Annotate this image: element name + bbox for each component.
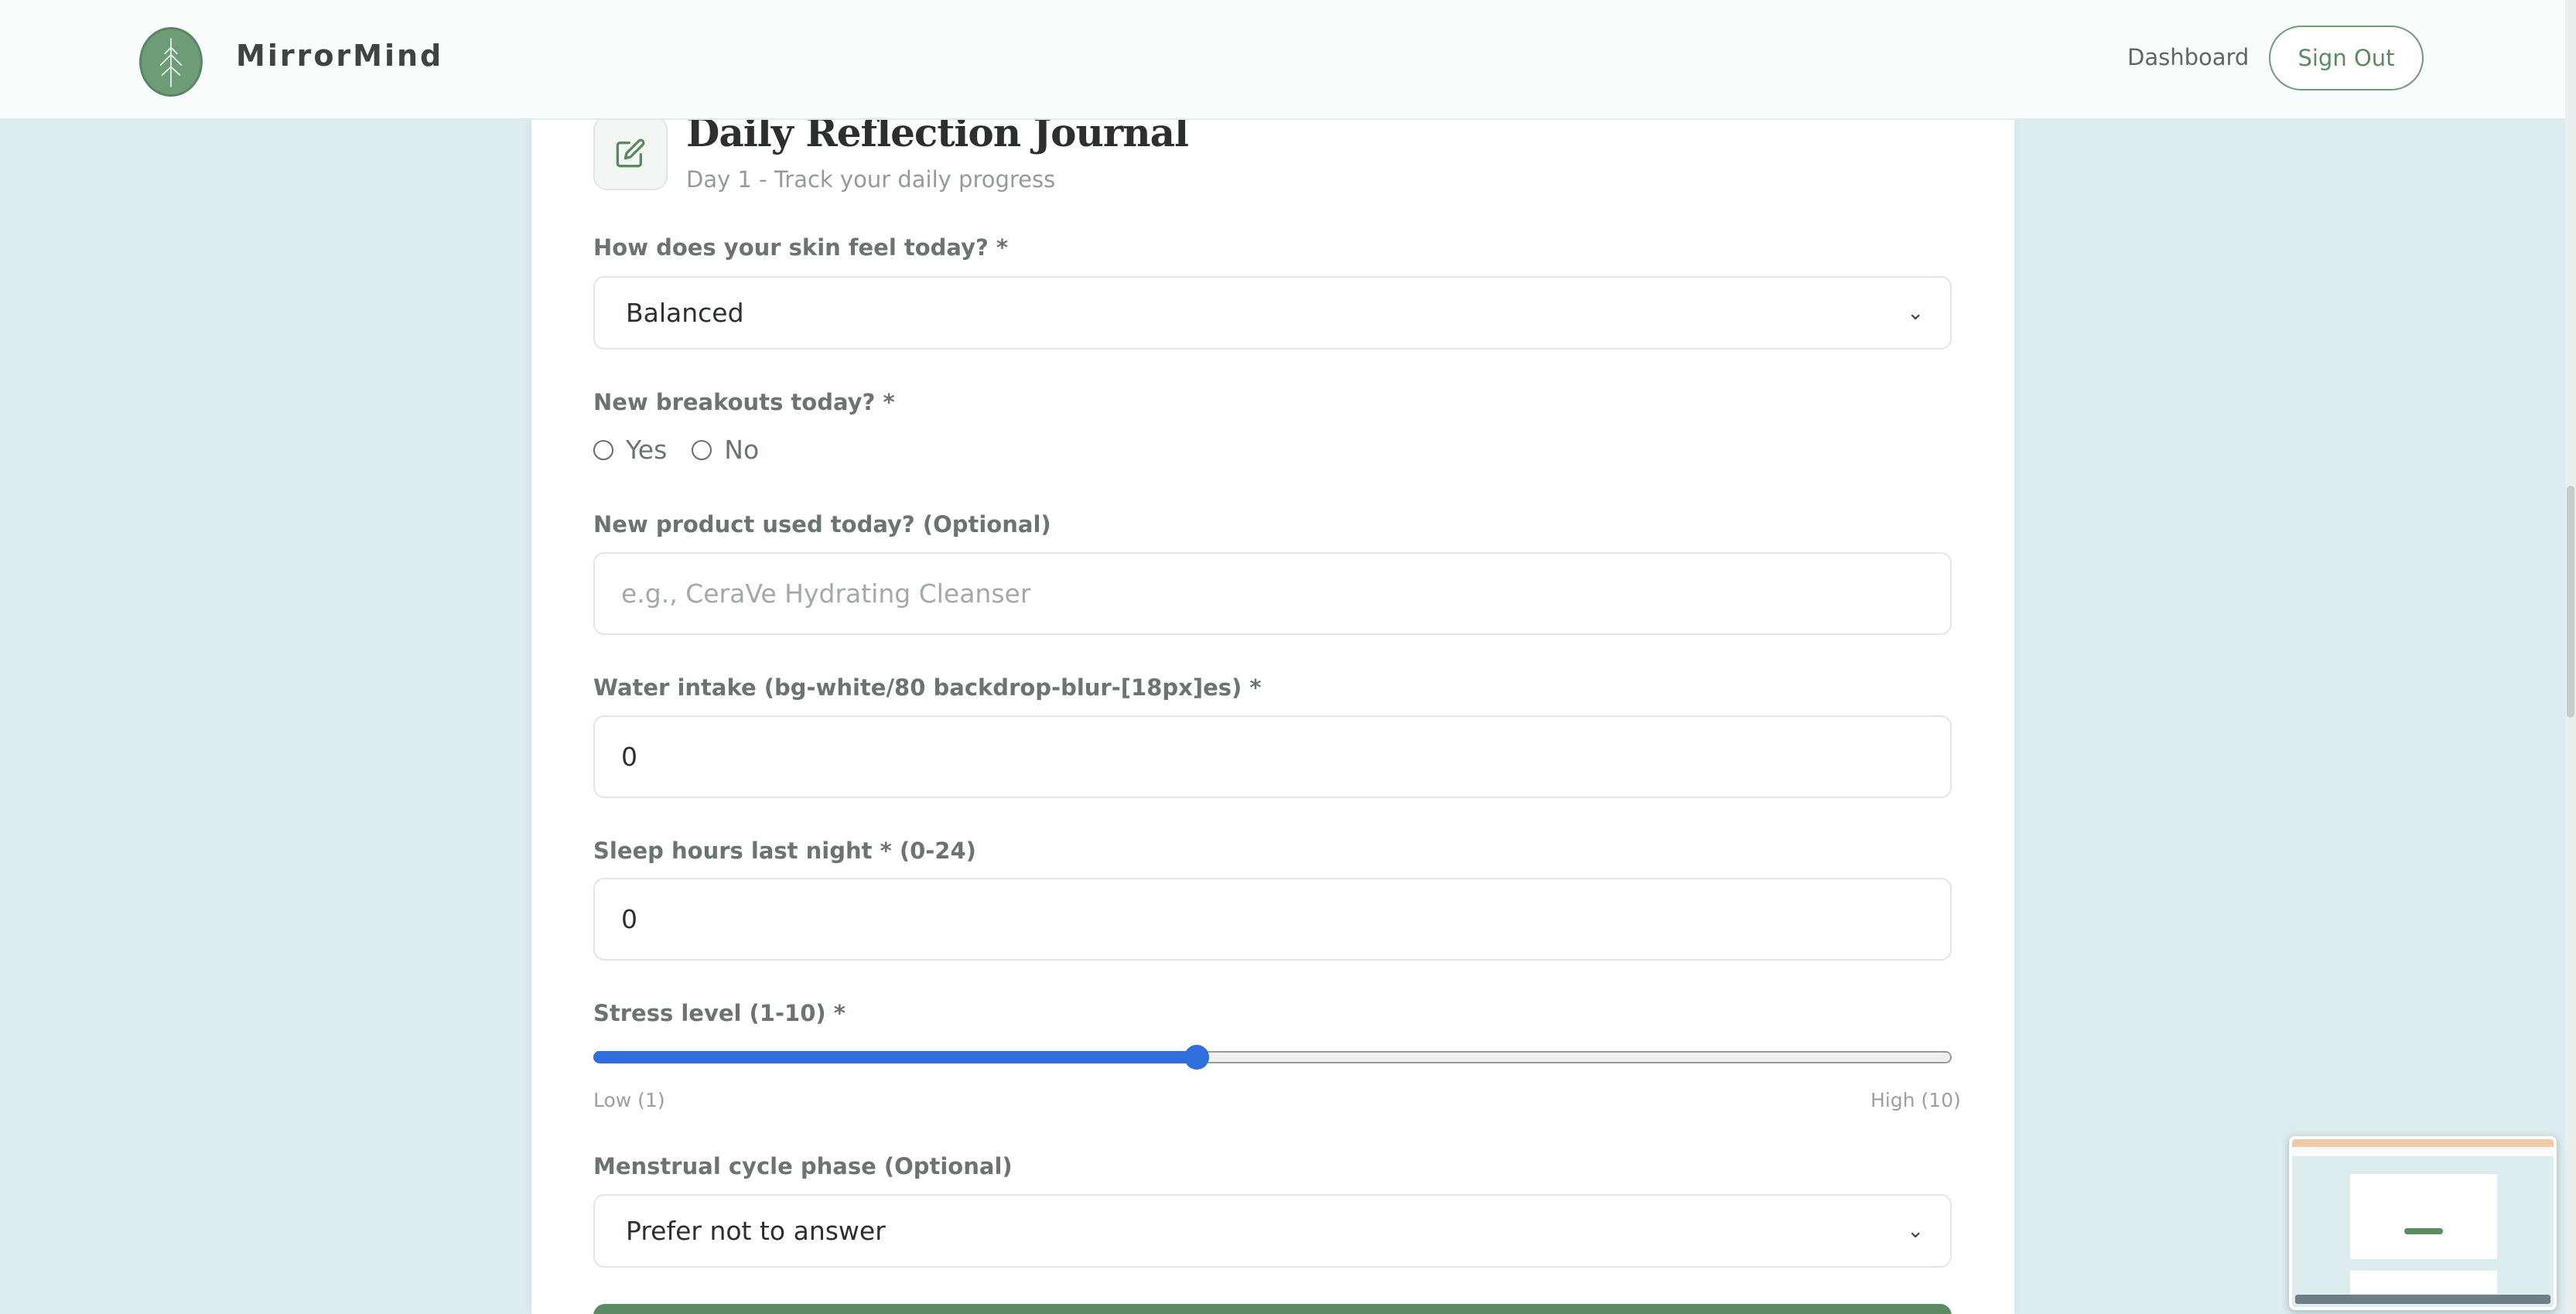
- skin-feel-label: How does your skin feel today? *: [593, 234, 1009, 261]
- page-subtitle: Day 1 - Track your daily progress: [686, 166, 1056, 193]
- new-product-placeholder: e.g., CeraVe Hydrating Cleanser: [621, 579, 1031, 609]
- skin-feel-value: Balanced: [626, 298, 744, 328]
- sleep-hours-input[interactable]: 0: [593, 878, 1952, 961]
- breakouts-radio-group: Yes No: [593, 435, 784, 465]
- breakouts-yes-label: Yes: [626, 435, 668, 465]
- preview-toolbar: [2292, 1147, 2554, 1156]
- water-intake-value: 0: [621, 742, 637, 772]
- stress-slider-fill: [593, 1051, 1197, 1063]
- preview-dock: [2295, 1295, 2550, 1304]
- cycle-phase-value: Prefer not to answer: [626, 1216, 886, 1246]
- nav-dashboard-link[interactable]: Dashboard: [2127, 44, 2249, 70]
- brand-name[interactable]: MirrorMind: [236, 39, 443, 73]
- sleep-hours-value: 0: [621, 904, 637, 934]
- breakouts-no-option[interactable]: No: [692, 435, 759, 465]
- chevron-down-icon: ⌄: [1907, 301, 1924, 325]
- stress-high-label: High (10): [1871, 1089, 1961, 1111]
- top-navbar: MirrorMind Dashboard Sign Out: [0, 0, 2565, 120]
- sign-out-button[interactable]: Sign Out: [2269, 26, 2424, 90]
- stress-low-label: Low (1): [593, 1089, 665, 1111]
- radio-yes[interactable]: [593, 439, 613, 460]
- breakouts-label: New breakouts today? *: [593, 389, 895, 415]
- brand-logo-icon[interactable]: [139, 27, 203, 97]
- radio-no[interactable]: [692, 439, 712, 460]
- screen-preview-thumbnail[interactable]: [2289, 1136, 2557, 1310]
- submit-button[interactable]: [593, 1304, 1952, 1314]
- new-product-input[interactable]: e.g., CeraVe Hydrating Cleanser: [593, 552, 1952, 635]
- chevron-down-icon: ⌄: [1907, 1219, 1924, 1243]
- scrollbar-thumb[interactable]: [2567, 486, 2574, 718]
- cycle-phase-select[interactable]: Prefer not to answer ⌄: [593, 1194, 1952, 1268]
- cycle-phase-label: Menstrual cycle phase (Optional): [593, 1153, 1013, 1179]
- journal-card: [531, 0, 2014, 1314]
- water-intake-input[interactable]: 0: [593, 715, 1952, 798]
- water-intake-label: Water intake (bg-white/80 backdrop-blur-…: [593, 674, 1262, 701]
- sleep-hours-label: Sleep hours last night * (0-24): [593, 838, 976, 864]
- new-product-label: New product used today? (Optional): [593, 511, 1051, 538]
- stress-level-label: Stress level (1-10) *: [593, 1000, 846, 1026]
- edit-journal-icon: [593, 116, 668, 190]
- page-scrollbar[interactable]: [2565, 0, 2576, 1314]
- preview-tab-strip: [2292, 1139, 2554, 1147]
- skin-feel-select[interactable]: Balanced ⌄: [593, 276, 1952, 350]
- preview-card-secondary: [2350, 1271, 2497, 1294]
- preview-button: [2404, 1228, 2443, 1234]
- preview-card: [2350, 1174, 2497, 1259]
- breakouts-no-label: No: [724, 435, 760, 465]
- breakouts-yes-option[interactable]: Yes: [593, 435, 667, 465]
